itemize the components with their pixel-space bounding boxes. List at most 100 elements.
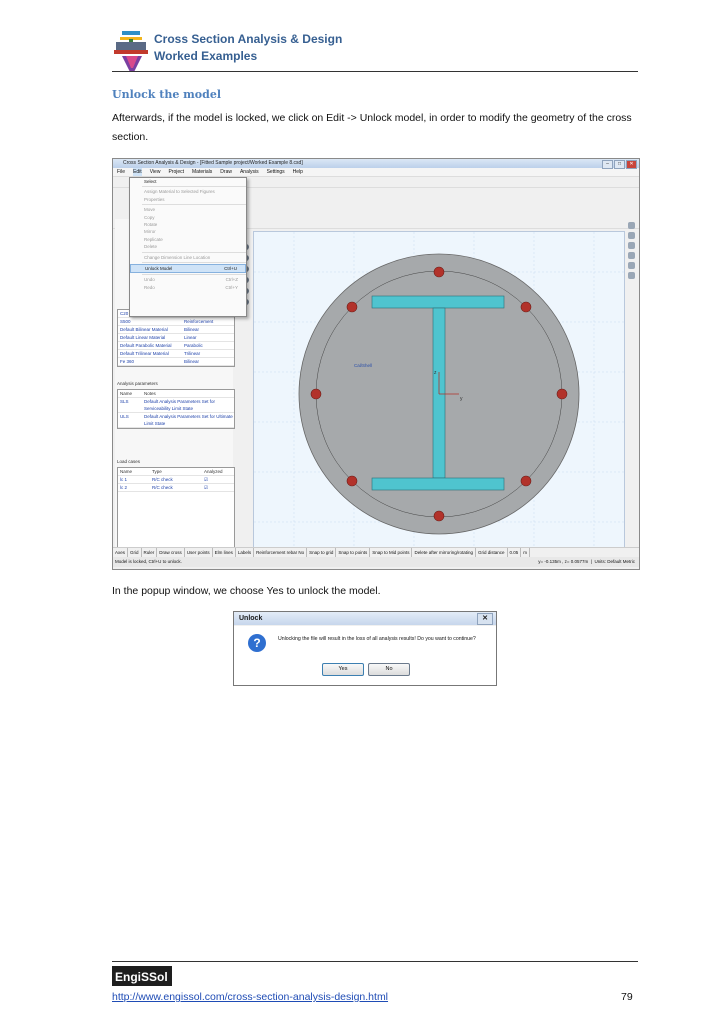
edit-menu-item[interactable]: Undo Ctrl+Z (130, 276, 246, 283)
edit-menu-item[interactable]: Unlock Model Ctrl+U (130, 263, 246, 274)
toggle-button[interactable]: Grid (128, 548, 142, 557)
edit-menu-item[interactable]: Copy (130, 214, 246, 221)
table-row[interactable]: Default Parabolic Material Parabolic (118, 342, 234, 350)
edit-menu-item-label: Redo (144, 284, 155, 290)
loadcase-type: R/C check (152, 485, 173, 490)
edit-menu-item[interactable]: Select (130, 178, 246, 185)
screenshot-icon[interactable] (628, 222, 635, 229)
table-row[interactable]: Default Bilinear Material Bilinear (118, 326, 234, 334)
copy-icon[interactable] (628, 232, 635, 239)
toggle-button[interactable]: m (521, 548, 531, 557)
material-name: Default Bilinear Material (120, 327, 168, 332)
analysis-parameters-table: Name Notes SLS Default Analysis Parameters… (117, 389, 235, 429)
header-divider (112, 71, 638, 72)
toggle-button[interactable]: Ruler (142, 548, 158, 557)
menu-draw[interactable]: Draw (220, 168, 232, 176)
menu-separator (142, 274, 246, 276)
footer-divider (112, 961, 638, 962)
edit-menu-item[interactable]: Mirror (130, 228, 246, 235)
section-heading: Unlock the model (112, 88, 222, 101)
paragraph-1: Afterwards, if the model is locked, we c… (112, 112, 632, 143)
export-icon[interactable] (628, 242, 635, 249)
toggle-button[interactable]: Snap to points (336, 548, 371, 557)
logo-text: EngiSSol (115, 970, 168, 984)
table-row[interactable]: SLS Default Analysis Parameters Set for S… (118, 398, 234, 413)
menu-view[interactable]: View (150, 168, 161, 176)
analyzed-checkbox[interactable]: ☑ (202, 484, 208, 491)
no-button[interactable]: No (368, 663, 410, 676)
material-name: Default Trilinear Material (120, 351, 169, 356)
menu-file[interactable]: File (117, 168, 125, 176)
toggle-button[interactable]: Axes (113, 548, 129, 557)
edit-menu-item-label: Undo (144, 277, 155, 283)
yes-button[interactable]: Yes (322, 663, 364, 676)
menu-edit[interactable]: Edit (133, 168, 142, 176)
dialog-close-icon[interactable]: ✕ (477, 613, 493, 625)
column-header: Name (120, 391, 133, 396)
drawing-canvas[interactable]: y z Cal/Shell (253, 231, 625, 551)
menu-separator (142, 204, 246, 206)
edit-dropdown-menu: Select Assign Material to Selected Figure… (129, 177, 247, 317)
settings-icon[interactable] (628, 272, 635, 279)
print-icon[interactable] (628, 252, 635, 259)
edit-menu-item-label: Unlock Model (145, 265, 173, 271)
minimize-icon[interactable]: – (602, 160, 613, 169)
status-units: Units: Default Metric (594, 559, 635, 564)
edit-menu-item-label: Select (144, 179, 157, 184)
loadcase-name: lc 2 (120, 485, 128, 490)
edit-menu-item-label: Rotate (144, 221, 158, 227)
window-buttons: – □ ✕ (602, 160, 637, 169)
load-cases-table: Name Type Analyzed lc 1 R/C check ☑ lc 2 R/C … (117, 467, 235, 549)
maximize-icon[interactable]: □ (614, 160, 625, 169)
edit-menu-item[interactable]: Delete (130, 243, 246, 250)
edit-menu-item[interactable]: Replicate (130, 236, 246, 243)
menu-analysis[interactable]: Analysis (240, 168, 259, 176)
edit-menu-item[interactable]: Assign Material to Selected Figures (130, 188, 246, 195)
footer-link[interactable]: http://www.engissol.com/cross-section-an… (112, 991, 388, 1003)
menu-project[interactable]: Project (168, 168, 184, 176)
table-row[interactable]: Default Linear Material Linear (118, 334, 234, 342)
toggle-button[interactable]: Snap to Mid points (370, 548, 413, 557)
toggle-button[interactable]: Reinforcement rebar No (254, 548, 308, 557)
edit-menu-item[interactable]: Properties (130, 196, 246, 203)
toggle-button[interactable]: Labels (236, 548, 255, 557)
page-number: 79 (621, 991, 633, 1003)
edit-menu-item-label: Assign Material to Selected Figures (144, 189, 215, 195)
table-row[interactable]: lc 2 R/C check ☑ (118, 484, 234, 492)
toggle-button[interactable]: Elm lines (213, 548, 236, 557)
edit-menu-item-label: Replicate (144, 236, 163, 242)
material-name: Default Linear Material (120, 335, 166, 340)
edit-menu-item[interactable]: Move (130, 206, 246, 213)
edit-menu-item-shortcut: Ctrl+U (224, 265, 237, 271)
toggle-button[interactable]: Grid distance (476, 548, 508, 557)
edit-menu-item[interactable]: Rotate (130, 221, 246, 228)
edit-menu-item[interactable]: Change Dimension Line Location (130, 254, 246, 261)
table-row[interactable]: Fe 360 Bilinear (118, 358, 234, 366)
toggle-button[interactable]: Draw cross (157, 548, 185, 557)
toggle-button[interactable]: User points (185, 548, 213, 557)
table-header: Name Type Analyzed (118, 468, 234, 476)
param-name: ULS (120, 414, 129, 419)
edit-menu-item-shortcut: Ctrl+Y (225, 284, 238, 290)
table-row[interactable]: lc 1 R/C check ☑ (118, 476, 234, 484)
menu-settings[interactable]: Settings (267, 168, 285, 176)
dialog-title: Unlock (239, 615, 263, 622)
question-icon: ? (248, 634, 266, 652)
analyzed-checkbox[interactable]: ☑ (202, 476, 208, 483)
table-row[interactable]: S500 Reinforcement (118, 318, 234, 326)
close-window-icon[interactable]: ✕ (626, 160, 637, 169)
menu-separator (142, 251, 246, 253)
edit-menu-item[interactable]: Redo Ctrl+Y (130, 284, 246, 291)
status-bar: Model is locked, Ctrl+U to unlock. y= -0… (113, 557, 639, 567)
menu-materials[interactable]: Materials (192, 168, 212, 176)
toggle-button[interactable]: Delete after mirroring/rotating (412, 548, 477, 557)
paragraph-2: In the popup window, we choose Yes to un… (112, 585, 381, 597)
toggle-button[interactable]: 0.05 (508, 548, 522, 557)
menu-help[interactable]: Help (293, 168, 303, 176)
report-icon[interactable] (628, 262, 635, 269)
cross-section-drawing: y z Cal/Shell (254, 232, 624, 550)
toggle-button[interactable]: Snap to grid (307, 548, 337, 557)
table-row[interactable]: Default Trilinear Material Trilinear (118, 350, 234, 358)
unlock-dialog: Unlock ✕ ? Unlocking the file will resul… (233, 611, 497, 686)
table-row[interactable]: ULS Default Analysis Parameters Set for U… (118, 413, 234, 428)
